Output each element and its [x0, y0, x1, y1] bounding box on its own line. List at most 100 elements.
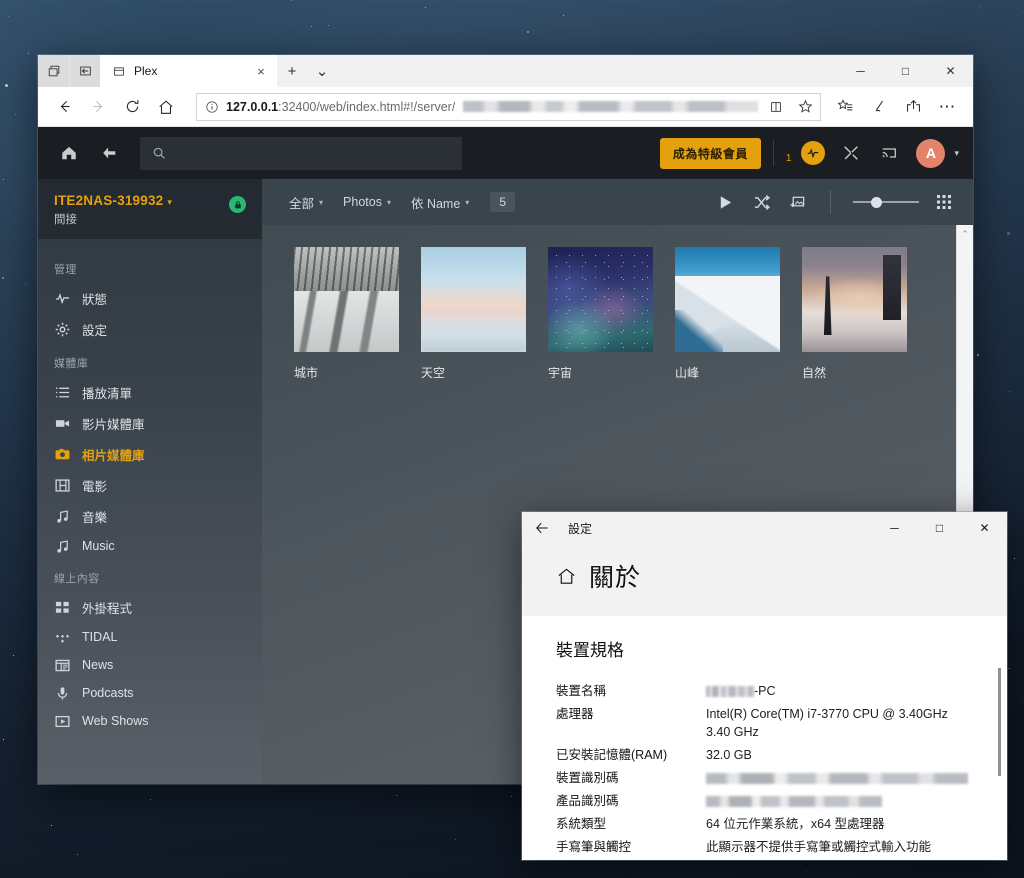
photo-card[interactable]: 山峰	[675, 247, 780, 381]
chevron-down-icon: ▾	[465, 197, 470, 207]
scroll-up-icon[interactable]: ⌃	[961, 229, 969, 240]
forward-button[interactable]	[82, 92, 114, 122]
sort-dropdown[interactable]: 依 Name ▾	[402, 188, 478, 217]
tab-close-icon[interactable]: ×	[253, 64, 269, 79]
share-icon[interactable]	[897, 92, 929, 122]
sidebar-item-0-0[interactable]: 狀態	[38, 283, 262, 314]
spec-key: 已安裝記憶體(RAM)	[556, 747, 668, 762]
home-icon[interactable]	[556, 566, 577, 587]
sidebar-item-2-2[interactable]: News	[38, 651, 262, 679]
sidebar-item-label: Web Shows	[82, 714, 149, 728]
sidebar-group-label: 線上內容	[54, 573, 100, 585]
sidebar-item-0-1[interactable]: 設定	[38, 314, 262, 345]
secure-lock-icon	[229, 196, 246, 213]
close-button[interactable]: ✕	[962, 512, 1007, 544]
address-bar[interactable]: 127.0.0.1:32400/web/index.html#!/server/	[196, 92, 821, 121]
tab-overview-icon[interactable]	[38, 55, 69, 87]
server-selector[interactable]: ITE2NAS-319932 ▾ 間接	[38, 179, 262, 239]
spec-key: 裝置識別碼	[556, 771, 619, 785]
back-button[interactable]	[48, 92, 80, 122]
server-chevron-down-icon: ▾	[167, 197, 173, 207]
notification-count: 1	[785, 153, 792, 164]
grid-view-icon[interactable]	[933, 194, 955, 210]
photo-thumbnail[interactable]	[294, 247, 399, 352]
add-to-library-icon[interactable]	[786, 194, 808, 211]
sidebar-item-2-1[interactable]: TIDAL	[38, 623, 262, 651]
home-button[interactable]	[150, 92, 182, 122]
photo-thumbnail[interactable]	[802, 247, 907, 352]
minimize-button[interactable]: ─	[872, 512, 917, 544]
spec-key: 處理器	[556, 706, 594, 721]
sidebar-item-2-0[interactable]: 外掛程式	[38, 592, 262, 623]
sidebar-item-1-0[interactable]: 播放清單	[38, 377, 262, 408]
photo-card[interactable]: 天空	[421, 247, 526, 381]
tab-menu-chevron-icon[interactable]: ⌄	[307, 55, 337, 87]
activity-pulse-icon[interactable]	[796, 136, 830, 170]
home-icon[interactable]	[52, 136, 86, 170]
photo-grid: 城市 天空 宇宙 山峰 自然	[294, 247, 973, 381]
news-icon	[54, 658, 70, 673]
premium-upgrade-button[interactable]: 成為特級會員	[659, 137, 761, 169]
photo-thumbnail[interactable]	[421, 247, 526, 352]
refresh-button[interactable]	[116, 92, 148, 122]
zoom-slider[interactable]	[853, 195, 919, 209]
sidebar-group-label: 媒體庫	[54, 358, 89, 370]
sidebar-item-2-3[interactable]: Podcasts	[38, 679, 262, 707]
new-tab-button[interactable]: +	[277, 55, 307, 87]
sidebar-item-1-4[interactable]: 音樂	[38, 501, 262, 532]
reading-view-icon[interactable]	[765, 100, 787, 114]
photo-thumbnail[interactable]	[548, 247, 653, 352]
search-input[interactable]	[176, 146, 450, 160]
zoom-slider-handle[interactable]	[871, 196, 882, 208]
server-name[interactable]: ITE2NAS-319932 ▾	[54, 193, 221, 208]
minimize-button[interactable]: ─	[838, 55, 883, 87]
settings-window-controls: ─ □ ✕	[872, 512, 1007, 544]
photo-card[interactable]: 宇宙	[548, 247, 653, 381]
spec-value: 此顯示器不提供手寫筆或觸控式輸入功能	[706, 840, 932, 855]
set-tabs-aside-icon[interactable]	[69, 55, 100, 87]
spec-value: 64 位元作業系統，x64 型處理器	[706, 817, 885, 832]
plex-top-right: 成為特級會員 1 A ▾	[659, 136, 959, 170]
favorites-list-icon[interactable]	[829, 92, 861, 122]
photo-thumbnail[interactable]	[675, 247, 780, 352]
avatar-chevron-down-icon[interactable]: ▾	[954, 148, 959, 159]
maximize-button[interactable]: □	[917, 512, 962, 544]
browser-tab-plex[interactable]: Plex ×	[100, 55, 277, 87]
photo-card[interactable]: 自然	[802, 247, 907, 381]
browser-settings-more-button[interactable]: ⋯	[931, 92, 963, 122]
wrench-screwdriver-icon[interactable]	[834, 136, 868, 170]
avatar[interactable]: A	[916, 138, 946, 168]
photo-title: 天空	[421, 366, 446, 380]
photo-title: 城市	[294, 366, 319, 380]
sidebar-item-1-2[interactable]: 相片媒體庫	[38, 439, 262, 470]
notes-pen-icon[interactable]	[863, 92, 895, 122]
url-redacted-segment	[463, 101, 758, 112]
info-circle-icon[interactable]	[205, 100, 219, 114]
back-arrow-icon[interactable]	[92, 136, 126, 170]
close-button[interactable]: ✕	[928, 55, 973, 87]
page-title: 關於	[589, 564, 642, 592]
sidebar-item-2-4[interactable]: Web Shows	[38, 707, 262, 735]
shuffle-icon[interactable]	[750, 194, 772, 211]
photo-card[interactable]: 城市	[294, 247, 399, 381]
video-camera-icon	[54, 416, 70, 431]
sidebar-item-label: 外掛程式	[82, 602, 133, 616]
spec-row: 手寫筆與觸控 此顯示器不提供手寫筆或觸控式輸入功能	[556, 836, 973, 859]
sidebar-item-label: 設定	[82, 324, 108, 338]
sidebar-item-label: 播放清單	[82, 387, 133, 401]
library-toolbar-actions	[714, 190, 955, 214]
filter-type-dropdown[interactable]: Photos ▾	[334, 190, 400, 214]
star-icon[interactable]	[794, 99, 816, 114]
filter-all-dropdown[interactable]: 全部 ▾	[280, 188, 332, 217]
device-spec-table: 裝置名稱 -PC 處理器 Intel(R) Core(TM) i7-3770 CPU …	[556, 679, 973, 859]
sidebar-item-1-1[interactable]: 影片媒體庫	[38, 408, 262, 439]
search-input-wrap[interactable]	[140, 136, 462, 170]
settings-scrollbar[interactable]	[998, 668, 1001, 776]
cast-icon[interactable]	[872, 136, 906, 170]
sidebar-item-1-3[interactable]: 電影	[38, 470, 262, 501]
maximize-button[interactable]: □	[883, 55, 928, 87]
sidebar-item-1-5[interactable]: Music	[38, 532, 262, 560]
back-arrow-icon[interactable]	[534, 520, 550, 536]
spec-row: 產品識別碼	[556, 790, 973, 813]
play-icon[interactable]	[714, 194, 736, 211]
